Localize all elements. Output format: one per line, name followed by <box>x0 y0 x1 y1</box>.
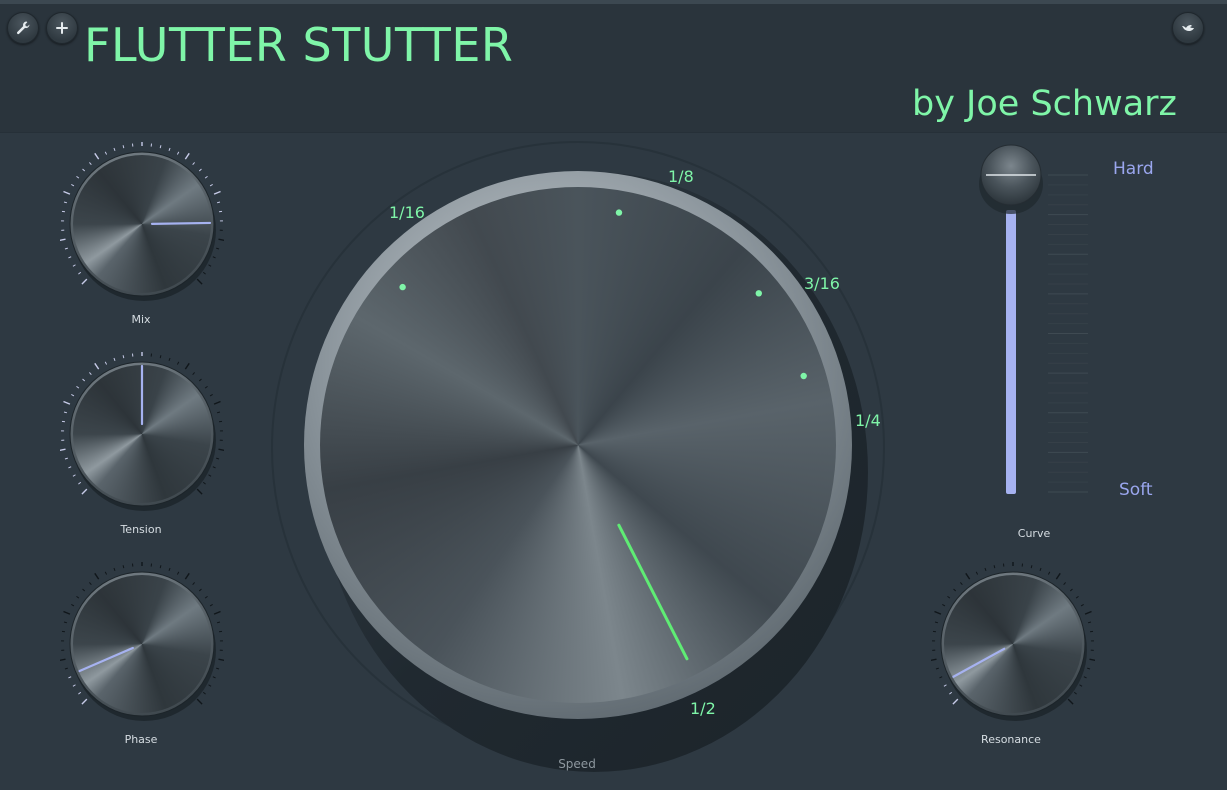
plus-icon <box>56 22 68 34</box>
speed-rate-dot-1-16 <box>399 283 406 291</box>
wrench-icon <box>16 21 30 35</box>
bird-icon <box>1182 25 1194 31</box>
speed-rate-dot-1-4 <box>800 372 807 380</box>
curve-label: Curve <box>1017 527 1051 540</box>
settings-button[interactable] <box>7 12 39 44</box>
speed-label: Speed <box>558 757 596 771</box>
plugin-header: FLUTTER STUTTER by Joe Schwarz <box>0 4 1227 133</box>
curve-slider-thumb[interactable] <box>979 144 1043 214</box>
speed-knob-face <box>320 187 836 703</box>
mix-knob[interactable] <box>60 142 224 306</box>
resonance-label: Resonance <box>981 733 1041 746</box>
tension-knob[interactable] <box>60 352 224 516</box>
speed-rate-1-2[interactable]: 1/2 <box>690 699 716 718</box>
speed-rate-1-8[interactable]: 1/8 <box>668 167 694 186</box>
plugin-author: by Joe Schwarz <box>912 84 1177 124</box>
resonance-knob[interactable] <box>931 562 1095 726</box>
knob-pointer <box>150 221 212 225</box>
speed-rate-1-4[interactable]: 1/4 <box>855 411 881 430</box>
phase-label: Phase <box>124 733 158 746</box>
curve-bottom-label: Soft <box>1119 480 1153 500</box>
bird-button[interactable] <box>1172 12 1204 44</box>
speed-rate-3-16[interactable]: 3/16 <box>804 274 840 293</box>
curve-slider[interactable] <box>974 140 1098 510</box>
speed-rate-dot-3-16 <box>755 290 762 297</box>
curve-slider-ticks <box>1048 174 1088 493</box>
speed-knob[interactable] <box>262 132 894 782</box>
curve-top-label: Hard <box>1113 159 1154 179</box>
phase-knob[interactable] <box>60 562 224 726</box>
add-button[interactable] <box>46 12 78 44</box>
curve-slider-fill <box>1006 210 1016 494</box>
speed-rate-1-16[interactable]: 1/16 <box>389 203 425 222</box>
tension-label: Tension <box>120 523 162 536</box>
mix-label: Mix <box>131 313 151 326</box>
plugin-title: FLUTTER STUTTER <box>84 18 514 72</box>
speed-rate-dot-1-8 <box>615 209 623 216</box>
